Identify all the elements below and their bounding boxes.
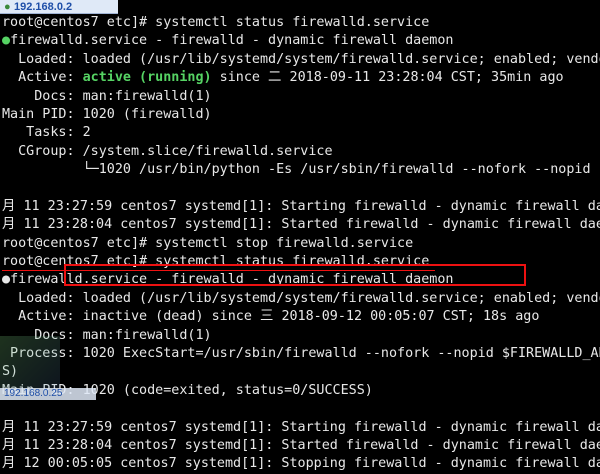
loaded-line: Loaded: loaded (/usr/lib/systemd/system/…: [2, 51, 600, 67]
status-bullet-icon: ●: [2, 272, 11, 288]
session-tab-title: 192.168.0.2: [14, 1, 73, 13]
process-line: Process: 1020 ExecStart=/usr/sbin/firewa…: [2, 346, 600, 362]
active-line: Active: inactive (dead) since 三 2018-09-…: [2, 309, 540, 325]
session-tab[interactable]: ● 192.168.0.2: [0, 0, 118, 14]
cgroup-line: CGroup: /system.slice/firewalld.service: [2, 143, 333, 159]
bottom-session-tab[interactable]: 192.168.0.25: [0, 388, 96, 400]
status-bullet-icon: ●: [2, 33, 11, 49]
prompt-line-highlighted: root@centos7 etc]# systemctl status fire…: [2, 253, 600, 272]
tasks-line: Tasks: 2: [2, 125, 91, 141]
log-line: 月 11 23:27:59 centos7 systemd[1]: Starti…: [2, 419, 600, 435]
log-line: 月 11 23:27:59 centos7 systemd[1]: Starti…: [2, 198, 600, 214]
session-status-icon: ●: [4, 1, 11, 13]
prompt-line: root@centos7 etc]# systemctl status fire…: [2, 15, 430, 30]
cgroup-process-line: └─1020 /usr/bin/python -Es /usr/sbin/fir…: [2, 162, 591, 178]
inactive-dead-status: inactive (dead) since 三 2018-09-12 00:05…: [82, 309, 540, 325]
log-line: 月 11 23:28:04 centos7 systemd[1]: Starte…: [2, 217, 600, 233]
prompt-line: root@centos7 etc]# systemctl stop firewa…: [2, 235, 414, 251]
docs-line: Docs: man:firewalld(1): [2, 327, 212, 343]
docs-line: Docs: man:firewalld(1): [2, 88, 212, 104]
log-line: 月 12 00:05:05 centos7 systemd[1]: Stoppi…: [2, 456, 600, 472]
active-running-status: active (running): [82, 70, 212, 86]
terminal-output[interactable]: root@centos7 etc]# systemctl status fire…: [0, 14, 600, 471]
loaded-line: Loaded: loaded (/usr/lib/systemd/system/…: [2, 290, 600, 306]
status-command-underline: root@centos7 etc]# systemctl status fire…: [2, 253, 436, 272]
main-pid-line: Main PID: 1020 (firewalld): [2, 106, 212, 122]
log-line: 月 11 23:28:04 centos7 systemd[1]: Starte…: [2, 437, 600, 453]
process-line-wrap: S): [2, 364, 19, 380]
unit-title-line: ●firewalld.service - firewalld - dynamic…: [2, 272, 454, 288]
unit-title-line: ●firewalld.service - firewalld - dynamic…: [2, 33, 454, 49]
active-line: Active: active (running) since 二 2018-09…: [2, 70, 564, 86]
